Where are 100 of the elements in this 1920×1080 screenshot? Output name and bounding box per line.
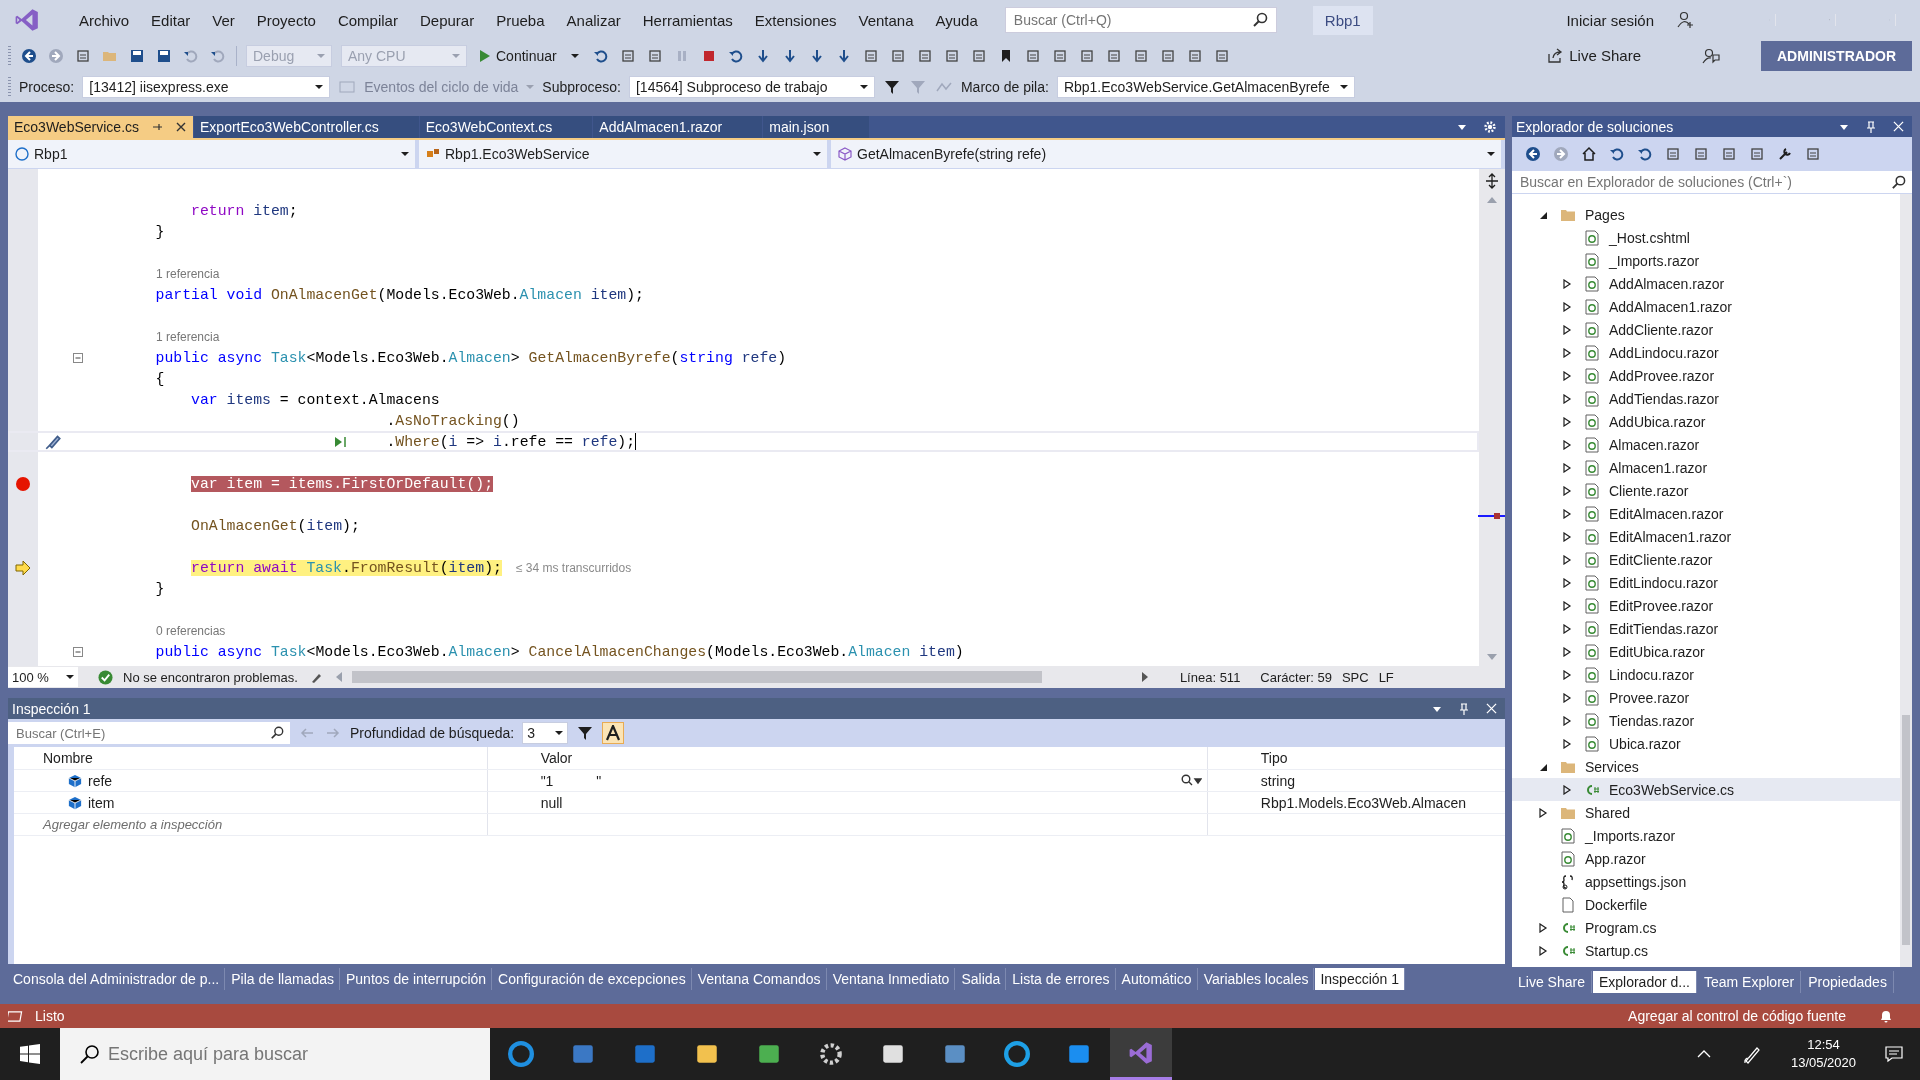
- continue-button[interactable]: Continuar: [476, 45, 583, 66]
- refresh-icon[interactable]: [592, 47, 609, 64]
- tree-item[interactable]: EditTiendas.razor: [1512, 617, 1900, 640]
- tree-item[interactable]: EditCliente.razor: [1512, 548, 1900, 571]
- panel-tab[interactable]: Consola del Administrador de p...: [8, 968, 226, 990]
- settings-icon[interactable]: [1483, 120, 1497, 134]
- panel-tab[interactable]: Ventana Inmediato: [827, 968, 956, 990]
- search-field[interactable]: Buscar en Explorador de soluciones (Ctrl+`): [1512, 171, 1912, 194]
- document-tab[interactable]: main.json: [763, 116, 870, 138]
- menu-item[interactable]: Archivo: [68, 11, 141, 29]
- panel-tab[interactable]: Salida: [956, 968, 1007, 990]
- expand-arrow-icon[interactable]: [1562, 278, 1572, 289]
- panel-tab[interactable]: Inspección 1: [1315, 968, 1406, 990]
- tree-item[interactable]: Ubica.razor: [1512, 732, 1900, 755]
- expand-arrow-icon[interactable]: [1538, 807, 1548, 818]
- back-icon[interactable]: [1525, 146, 1541, 162]
- split-icon[interactable]: [1484, 173, 1500, 189]
- expand-arrow-icon[interactable]: [1562, 715, 1572, 726]
- menu-item[interactable]: Ver: [201, 11, 246, 29]
- menu-item[interactable]: Extensiones: [743, 11, 848, 29]
- tree-item[interactable]: Program.cs: [1512, 916, 1900, 939]
- expand-arrow-icon[interactable]: [1562, 738, 1572, 749]
- menu-item[interactable]: Editar: [140, 11, 202, 29]
- expand-arrow-icon[interactable]: [1562, 439, 1572, 450]
- tree-item[interactable]: Dockerfile: [1512, 893, 1900, 916]
- references-link[interactable]: 0 referencias: [120, 623, 226, 638]
- menu-item[interactable]: Prueba: [485, 11, 556, 29]
- issues-status[interactable]: No se encontraron problemas.: [123, 669, 298, 685]
- expand-arrow-icon[interactable]: [1562, 600, 1572, 611]
- add-person-icon[interactable]: [1676, 11, 1694, 29]
- expand-arrow-icon[interactable]: [1562, 485, 1572, 496]
- sign-in-link[interactable]: Iniciar sesión: [1566, 11, 1654, 29]
- references-link[interactable]: 1 referencia: [120, 266, 220, 281]
- chevron-up-icon[interactable]: [1696, 1050, 1711, 1058]
- tree-item[interactable]: EditUbica.razor: [1512, 640, 1900, 663]
- menu-item[interactable]: Ventana: [847, 11, 925, 29]
- visualizer-icon[interactable]: [1179, 773, 1202, 788]
- undo-icon[interactable]: [183, 47, 199, 64]
- panel-tab[interactable]: Explorador d...: [1592, 971, 1697, 993]
- filter-icon[interactable]: [577, 725, 594, 741]
- tree-item[interactable]: App.razor: [1512, 847, 1900, 870]
- column-header[interactable]: Valor: [535, 747, 1208, 769]
- column-header[interactable]: Tipo: [1255, 747, 1481, 769]
- save-all-icon[interactable]: [156, 47, 172, 64]
- tree-item[interactable]: _Host.cshtml: [1512, 226, 1900, 249]
- search-icon[interactable]: [270, 726, 284, 740]
- expand-arrow-icon[interactable]: [1562, 393, 1572, 404]
- clock[interactable]: 12:54 13/05/2020: [1790, 1036, 1856, 1072]
- tree-item[interactable]: AddLindocu.razor: [1512, 341, 1900, 364]
- feedback-icon[interactable]: [1702, 46, 1720, 65]
- dropdown-arrow-icon[interactable]: [1457, 122, 1467, 132]
- panel-tab[interactable]: Live Share: [1512, 971, 1592, 993]
- history-icon[interactable]: [1637, 146, 1653, 162]
- expand-arrow-icon[interactable]: [1562, 347, 1572, 358]
- expand-arrow-icon[interactable]: [1562, 370, 1572, 381]
- tree-item[interactable]: Tiendas.razor: [1512, 709, 1900, 732]
- zoom-dropdown[interactable]: 100 %: [8, 667, 78, 687]
- document-tab[interactable]: AddAlmacen1.razor: [593, 116, 763, 138]
- menu-item[interactable]: Proyecto: [245, 11, 327, 29]
- scrollbar-thumb[interactable]: [1902, 715, 1910, 945]
- scroll-right-icon[interactable]: [1141, 672, 1148, 682]
- bell-icon[interactable]: [1878, 1008, 1894, 1024]
- redo-icon[interactable]: [210, 47, 226, 64]
- tree-item[interactable]: Almacen1.razor: [1512, 456, 1900, 479]
- search-depth-dropdown[interactable]: 3: [522, 722, 569, 744]
- tree-item[interactable]: Pages: [1512, 203, 1900, 226]
- back-icon[interactable]: [21, 47, 37, 64]
- sync-icon[interactable]: [1609, 146, 1625, 162]
- panel-tab[interactable]: Pila de llamadas: [226, 968, 340, 990]
- tree-item[interactable]: Shared: [1512, 801, 1900, 824]
- run-to-click-icon[interactable]: [334, 436, 348, 448]
- panel-tab[interactable]: Lista de errores: [1007, 968, 1116, 990]
- menu-item[interactable]: Depurar: [408, 11, 486, 29]
- breakpoint-icon[interactable]: [15, 475, 31, 492]
- panel-tab[interactable]: Configuración de excepciones: [493, 968, 692, 990]
- font-toggle-button[interactable]: [602, 722, 625, 744]
- tree-item[interactable]: Startup.cs: [1512, 939, 1900, 962]
- stack-frame-dropdown[interactable]: Rbp1.Eco3WebService.GetAlmacenByrefe: [1056, 75, 1355, 98]
- references-link[interactable]: 1 referencia: [120, 329, 220, 344]
- expand-arrow-icon[interactable]: [1562, 301, 1572, 312]
- home-icon[interactable]: [1581, 146, 1597, 162]
- expand-arrow-icon[interactable]: [1562, 531, 1572, 542]
- thread-dropdown[interactable]: [14564] Subproceso de trabajo: [628, 75, 875, 98]
- menu-item[interactable]: Compilar: [326, 11, 409, 29]
- search-field[interactable]: Buscar (Ctrl+Q): [1004, 7, 1277, 33]
- expand-arrow-icon[interactable]: [1562, 669, 1572, 680]
- search-input[interactable]: Escribe aquí para buscar: [100, 1043, 490, 1065]
- search-input[interactable]: Buscar (Ctrl+Q): [1005, 12, 1252, 28]
- tree-item[interactable]: _Imports.razor: [1512, 824, 1900, 847]
- search-field[interactable]: Escribe aquí para buscar: [60, 1028, 490, 1080]
- filter-icon[interactable]: [883, 78, 900, 95]
- source-control-button[interactable]: Agregar al control de código fuente: [1628, 1008, 1846, 1024]
- tree-item[interactable]: AddAlmacen.razor: [1512, 272, 1900, 295]
- tree-item[interactable]: AddProvee.razor: [1512, 364, 1900, 387]
- tree-item[interactable]: EditAlmacen1.razor: [1512, 525, 1900, 548]
- tree-item[interactable]: EditProvee.razor: [1512, 594, 1900, 617]
- search-input[interactable]: Buscar (Ctrl+E): [8, 725, 270, 741]
- tree-item[interactable]: Services: [1512, 755, 1900, 778]
- menu-item[interactable]: Ayuda: [924, 11, 989, 29]
- studio-app-button[interactable]: [1110, 1028, 1172, 1080]
